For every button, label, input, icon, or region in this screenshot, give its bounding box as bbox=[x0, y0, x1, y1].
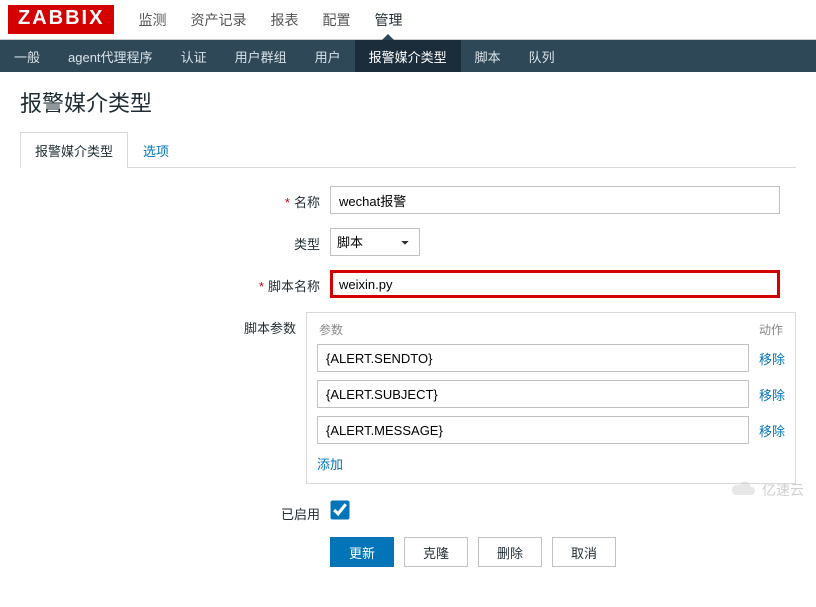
param-input-1[interactable] bbox=[317, 380, 749, 408]
label-params: 脚本参数 bbox=[20, 312, 306, 337]
enabled-checkbox[interactable] bbox=[330, 500, 349, 519]
subnav-item-usergroups[interactable]: 用户群组 bbox=[221, 40, 301, 72]
row-params: 脚本参数 参数 动作 移除 移除 bbox=[20, 312, 796, 484]
param-input-2[interactable] bbox=[317, 416, 749, 444]
subnav-item-scripts[interactable]: 脚本 bbox=[461, 40, 515, 72]
params-header-action: 动作 bbox=[759, 321, 783, 338]
topnav-item-admin[interactable]: 管理 bbox=[362, 0, 414, 39]
type-select[interactable]: 脚本 bbox=[330, 228, 420, 256]
script-name-input[interactable] bbox=[330, 270, 780, 298]
form: *名称 类型 脚本 *脚本名称 脚本参数 参数 动作 bbox=[20, 186, 796, 567]
params-header: 参数 动作 bbox=[317, 321, 785, 338]
param-row: 移除 bbox=[317, 344, 785, 372]
subnav-item-mediatypes[interactable]: 报警媒介类型 bbox=[355, 40, 461, 72]
param-row: 移除 bbox=[317, 380, 785, 408]
topnav-item-inventory[interactable]: 资产记录 bbox=[178, 0, 258, 39]
add-link[interactable]: 添加 bbox=[317, 454, 343, 473]
update-button[interactable]: 更新 bbox=[330, 537, 394, 567]
topnav-item-reports[interactable]: 报表 bbox=[258, 0, 310, 39]
param-row: 移除 bbox=[317, 416, 785, 444]
params-header-param: 参数 bbox=[319, 321, 343, 338]
row-enabled: 已启用 bbox=[20, 498, 796, 523]
row-type: 类型 脚本 bbox=[20, 228, 796, 256]
topbar: ZABBIX 监测 资产记录 报表 配置 管理 bbox=[0, 0, 816, 40]
tab-mediatype[interactable]: 报警媒介类型 bbox=[20, 132, 128, 168]
clone-button[interactable]: 克隆 bbox=[404, 537, 468, 567]
label-enabled: 已启用 bbox=[20, 498, 330, 523]
buttons-row: 更新 克隆 删除 取消 bbox=[330, 537, 796, 567]
remove-link-1[interactable]: 移除 bbox=[759, 385, 785, 404]
params-box: 参数 动作 移除 移除 移除 添加 bbox=[306, 312, 796, 484]
topnav-item-config[interactable]: 配置 bbox=[310, 0, 362, 39]
subnav-item-proxies[interactable]: agent代理程序 bbox=[54, 40, 167, 72]
subnav: 一般 agent代理程序 认证 用户群组 用户 报警媒介类型 脚本 队列 bbox=[0, 40, 816, 72]
subnav-item-users[interactable]: 用户 bbox=[301, 40, 355, 72]
label-script-name: *脚本名称 bbox=[20, 270, 330, 295]
label-name: *名称 bbox=[20, 186, 330, 211]
param-input-0[interactable] bbox=[317, 344, 749, 372]
subnav-item-auth[interactable]: 认证 bbox=[167, 40, 221, 72]
topnav: 监测 资产记录 报表 配置 管理 bbox=[126, 0, 414, 39]
remove-link-2[interactable]: 移除 bbox=[759, 421, 785, 440]
topnav-item-monitor[interactable]: 监测 bbox=[126, 0, 178, 39]
remove-link-0[interactable]: 移除 bbox=[759, 349, 785, 368]
delete-button[interactable]: 删除 bbox=[478, 537, 542, 567]
subnav-item-queue[interactable]: 队列 bbox=[515, 40, 569, 72]
page-title: 报警媒介类型 bbox=[20, 86, 796, 118]
row-name: *名称 bbox=[20, 186, 796, 214]
logo[interactable]: ZABBIX bbox=[8, 5, 114, 34]
cancel-button[interactable]: 取消 bbox=[552, 537, 616, 567]
page-content: 报警媒介类型 报警媒介类型 选项 *名称 类型 脚本 *脚本名称 脚本参数 bbox=[0, 72, 816, 607]
row-script-name: *脚本名称 bbox=[20, 270, 796, 298]
tab-options[interactable]: 选项 bbox=[128, 132, 184, 168]
subnav-item-general[interactable]: 一般 bbox=[0, 40, 54, 72]
name-input[interactable] bbox=[330, 186, 780, 214]
tabbar: 报警媒介类型 选项 bbox=[20, 132, 796, 168]
label-type: 类型 bbox=[20, 228, 330, 253]
